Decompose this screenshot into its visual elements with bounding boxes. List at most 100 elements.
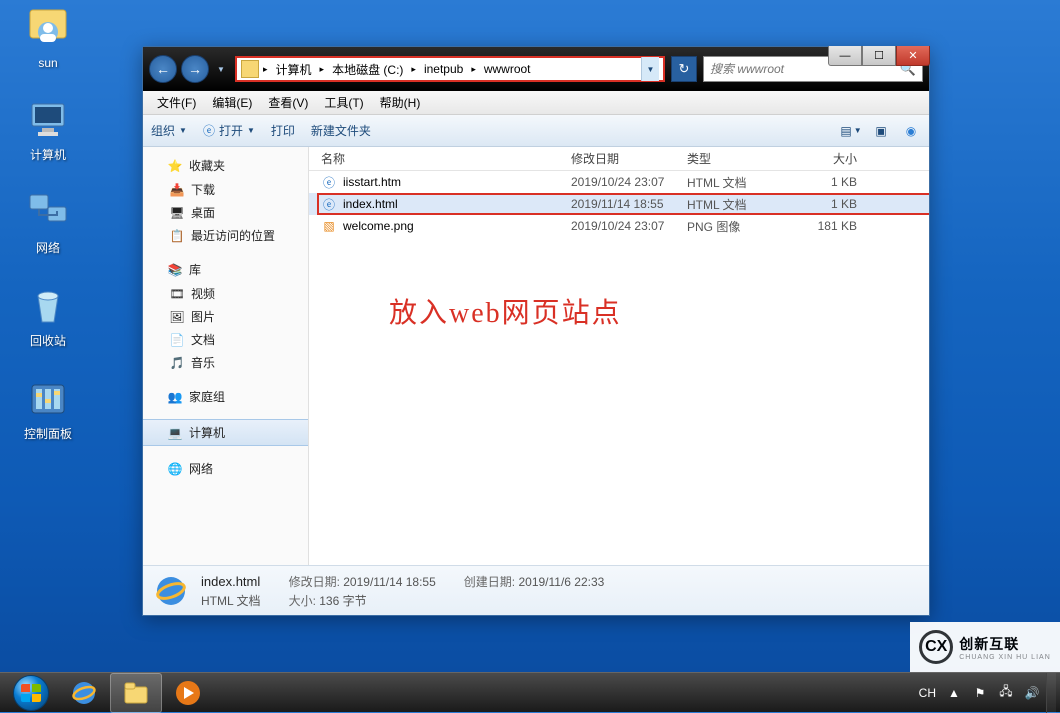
menu-help[interactable]: 帮助(H): [374, 92, 427, 113]
file-size: 181 KB: [797, 219, 857, 233]
sidebar: ⭐收藏夹 📥下载 🖥桌面 📋最近访问的位置 📚库 🎞视频 🖼图片 📄文档 🎵音乐…: [143, 147, 309, 565]
download-icon: 📥: [169, 182, 185, 198]
col-name[interactable]: 名称: [321, 150, 571, 167]
details-filename: index.html: [201, 574, 261, 589]
desktop-icon: 🖥: [169, 205, 185, 221]
sidebar-item-pictures[interactable]: 🖼图片: [143, 305, 308, 328]
explorer-window: — ☐ ✕ ← → ▼ ▸ 计算机 ▸ 本地磁盘 (C:) ▸ inetpub …: [142, 46, 930, 616]
desktop-computer[interactable]: 计算机: [8, 98, 88, 163]
network-tray-icon[interactable]: 🖧: [998, 685, 1014, 701]
control-panel-icon: [26, 377, 70, 421]
sidebar-homegroup[interactable]: 👥家庭组: [143, 384, 308, 409]
menu-edit[interactable]: 编辑(E): [206, 92, 258, 113]
col-date[interactable]: 修改日期: [571, 150, 687, 167]
ie-icon: ⓔ: [203, 122, 215, 139]
desktop-sun-label: sun: [38, 56, 57, 70]
sidebar-item-recent[interactable]: 📋最近访问的位置: [143, 224, 308, 247]
forward-button[interactable]: →: [181, 55, 209, 83]
desktop-icons: sun 计算机 网络 回收站 控制面板: [8, 8, 88, 470]
window-controls: — ☐ ✕: [828, 46, 930, 66]
tb-organise[interactable]: 组织 ▼: [151, 122, 187, 139]
file-row[interactable]: ⓔ iisstart.htm 2019/10/24 23:07 HTML 文档 …: [309, 171, 929, 193]
desktop-network-label: 网络: [36, 239, 60, 256]
view-mode-button[interactable]: ▤▼: [841, 123, 861, 139]
menu-view[interactable]: 查看(V): [262, 92, 314, 113]
sidebar-item-music[interactable]: 🎵音乐: [143, 351, 308, 374]
ime-indicator[interactable]: CH: [919, 686, 936, 700]
col-size[interactable]: 大小: [797, 150, 857, 167]
annotation-text: 放入web网页站点: [389, 291, 622, 331]
recycle-bin-icon: [26, 284, 70, 328]
file-name: welcome.png: [343, 219, 571, 233]
desktop-recycle-bin[interactable]: 回收站: [8, 284, 88, 349]
show-desktop-button[interactable]: [1046, 673, 1056, 713]
breadcrumb-seg-0[interactable]: 计算机: [272, 59, 316, 80]
back-button[interactable]: ←: [149, 55, 177, 83]
desktop-sun[interactable]: sun: [8, 8, 88, 70]
file-size: 1 KB: [797, 197, 857, 211]
minimise-button[interactable]: —: [828, 46, 862, 66]
sidebar-item-desktop[interactable]: 🖥桌面: [143, 201, 308, 224]
file-date: 2019/11/14 18:55: [571, 197, 687, 211]
preview-pane-button[interactable]: ▣: [871, 123, 891, 139]
png-icon: ▧: [321, 218, 337, 234]
watermark: CX 创新互联 CHUANG XIN HU LIAN: [910, 622, 1060, 672]
file-date: 2019/10/24 23:07: [571, 175, 687, 189]
sidebar-item-videos[interactable]: 🎞视频: [143, 282, 308, 305]
action-centre-icon[interactable]: ⚑: [972, 685, 988, 701]
breadcrumb-seg-2[interactable]: inetpub: [420, 60, 467, 78]
refresh-button[interactable]: ↻: [671, 56, 697, 82]
tb-open[interactable]: ⓔ 打开 ▼: [203, 122, 255, 139]
maximise-button[interactable]: ☐: [862, 46, 896, 66]
computer-icon: 💻: [167, 425, 183, 441]
taskbar-explorer[interactable]: [110, 673, 162, 713]
sidebar-libraries[interactable]: 📚库: [143, 257, 308, 282]
windows-logo-icon: [13, 675, 49, 711]
start-button[interactable]: [4, 673, 58, 713]
help-button[interactable]: ◉: [901, 123, 921, 139]
breadcrumb-dropdown[interactable]: ▼: [641, 57, 659, 81]
sidebar-computer[interactable]: 💻计算机: [143, 419, 308, 446]
close-button[interactable]: ✕: [896, 46, 930, 66]
details-filetype: HTML 文档: [201, 592, 261, 609]
breadcrumb-seg-3[interactable]: wwwroot: [480, 60, 535, 78]
video-icon: 🎞: [169, 286, 185, 302]
menu-file[interactable]: 文件(F): [151, 92, 202, 113]
ie-icon: [153, 573, 189, 609]
desktop-control-panel[interactable]: 控制面板: [8, 377, 88, 442]
sidebar-network[interactable]: 🌐网络: [143, 456, 308, 481]
tb-print[interactable]: 打印: [271, 122, 295, 139]
file-size: 1 KB: [797, 175, 857, 189]
tb-new-folder[interactable]: 新建文件夹: [311, 122, 371, 139]
file-name: iisstart.htm: [343, 175, 571, 189]
sidebar-item-label: 文档: [191, 331, 215, 348]
sidebar-item-downloads[interactable]: 📥下载: [143, 178, 308, 201]
file-row[interactable]: ▧ welcome.png 2019/10/24 23:07 PNG 图像 18…: [309, 215, 929, 237]
details-mod-value: 2019/11/14 18:55: [343, 575, 436, 589]
taskbar-ie[interactable]: [58, 673, 110, 713]
tb-organise-label: 组织: [151, 122, 175, 139]
desktop-network[interactable]: 网络: [8, 191, 88, 256]
menu-bar: 文件(F) 编辑(E) 查看(V) 工具(T) 帮助(H): [143, 91, 929, 115]
breadcrumb-seg-1[interactable]: 本地磁盘 (C:): [328, 59, 407, 80]
sidebar-favourites[interactable]: ⭐收藏夹: [143, 153, 308, 178]
details-mod-label: 修改日期:: [289, 575, 340, 589]
sidebar-item-documents[interactable]: 📄文档: [143, 328, 308, 351]
volume-icon[interactable]: 🔊: [1024, 685, 1040, 701]
star-icon: ⭐: [167, 158, 183, 174]
file-type: HTML 文档: [687, 174, 797, 191]
chevron-right-icon: ▸: [318, 64, 327, 75]
menu-tools[interactable]: 工具(T): [318, 92, 369, 113]
taskbar-wmp[interactable]: [162, 673, 214, 713]
folder-icon: [241, 60, 259, 78]
breadcrumb[interactable]: ▸ 计算机 ▸ 本地磁盘 (C:) ▸ inetpub ▸ wwwroot ▼: [235, 56, 665, 82]
nav-bar: ← → ▼ ▸ 计算机 ▸ 本地磁盘 (C:) ▸ inetpub ▸ wwwr…: [143, 47, 929, 91]
file-date: 2019/10/24 23:07: [571, 219, 687, 233]
file-row[interactable]: ⓔ index.html 2019/11/14 18:55 HTML 文档 1 …: [309, 193, 929, 215]
toolbar: 组织 ▼ ⓔ 打开 ▼ 打印 新建文件夹 ▤▼ ▣ ◉: [143, 115, 929, 147]
nav-history-dropdown[interactable]: ▼: [213, 55, 229, 83]
col-type[interactable]: 类型: [687, 150, 797, 167]
details-size-label: 大小:: [289, 594, 316, 608]
tb-print-label: 打印: [271, 122, 295, 139]
tray-up-icon[interactable]: ▲: [946, 685, 962, 701]
